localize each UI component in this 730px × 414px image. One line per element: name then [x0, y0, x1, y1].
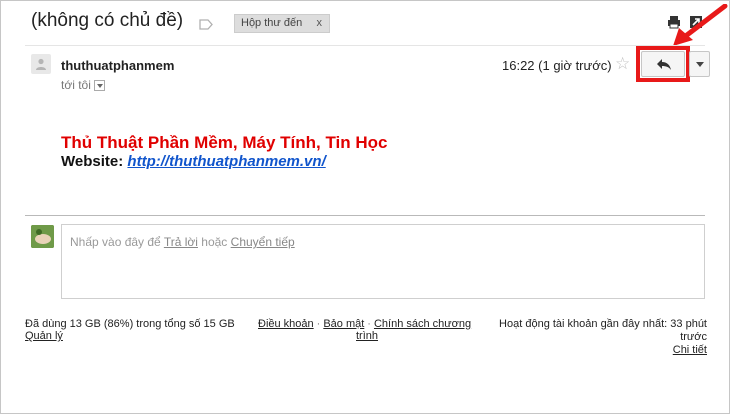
forward-link[interactable]: Chuyển tiếp: [231, 235, 295, 249]
message-timestamp: 16:22 (1 giờ trước): [502, 58, 612, 73]
annotation-arrow-icon: [673, 4, 728, 46]
website-link[interactable]: http://thuthuatphanmem.vn/: [127, 153, 325, 170]
footer-links: Điều khoản · Bảo mật · Chính sách chương: [258, 318, 486, 330]
header-divider: [25, 45, 705, 46]
user-avatar[interactable]: [31, 225, 54, 248]
program-policy-link-cont[interactable]: trình: [356, 330, 378, 342]
reply-divider: [25, 215, 705, 216]
remove-label-button[interactable]: x: [317, 17, 323, 29]
manage-storage-link[interactable]: Quản lý: [25, 330, 63, 342]
recipient-text: tới tôi: [61, 78, 91, 92]
recipient-line: tới tôi: [61, 78, 105, 92]
body-website-line: Website: http://thuthuatphanmem.vn/: [61, 153, 326, 170]
inbox-label-text: Hộp thư đến: [241, 17, 303, 29]
reply-prompt-middle: hoặc: [197, 235, 231, 249]
footer-separator: ·: [316, 318, 321, 330]
sender-avatar[interactable]: [31, 54, 51, 74]
program-policy-link[interactable]: Chính sách chương: [374, 318, 471, 330]
star-icon[interactable]: ☆: [615, 54, 630, 74]
gmail-message-view: (không có chủ đề) Hộp thư đến x thuthuat…: [0, 0, 730, 414]
sender-name[interactable]: thuthuatphanmem: [61, 58, 174, 73]
show-details-chevron-icon[interactable]: [93, 80, 105, 91]
footer-separator: ·: [367, 318, 371, 330]
email-subject: (không có chủ đề): [31, 10, 184, 31]
activity-details-link[interactable]: Chi tiết: [477, 344, 707, 357]
privacy-link[interactable]: Bảo mật: [323, 318, 364, 330]
account-activity: Hoạt động tài khoản gần đây nhất: 33 phú…: [477, 318, 707, 357]
reply-prompt: Nhấp vào đây để Trả lời hoặc Chuyển tiếp: [70, 235, 295, 249]
activity-line2: trước: [680, 331, 707, 343]
website-label: Website: [61, 153, 119, 170]
inbox-label-chip[interactable]: Hộp thư đến x: [234, 14, 330, 33]
reply-highlight-box: [636, 46, 690, 82]
activity-line1: Hoạt động tài khoản gần đây nhất: 33 phú…: [499, 318, 707, 330]
quick-reply-box[interactable]: Nhấp vào đây để Trả lời hoặc Chuyển tiếp: [61, 224, 705, 299]
label-icon[interactable]: [199, 17, 213, 35]
terms-link[interactable]: Điều khoản: [258, 318, 314, 330]
body-headline: Thủ Thuật Phần Mềm, Máy Tính, Tin Học: [61, 133, 388, 152]
storage-quota: Đã dùng 13 GB (86%) trong tổng số 15 GB: [25, 318, 235, 330]
reply-link[interactable]: Trả lời: [164, 235, 198, 249]
reply-prompt-prefix: Nhấp vào đây để: [70, 235, 164, 249]
more-options-button[interactable]: [689, 51, 710, 77]
